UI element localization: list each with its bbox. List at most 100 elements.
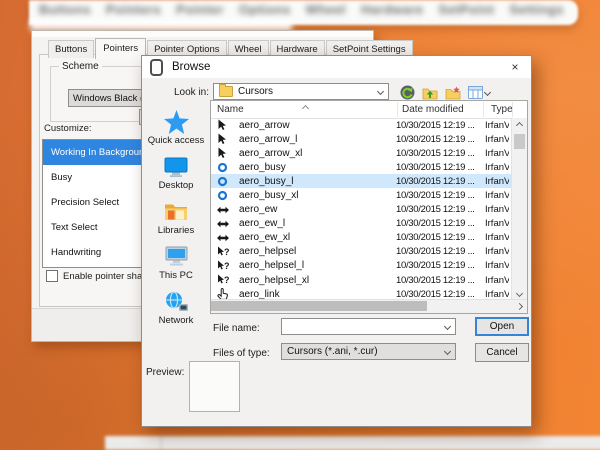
sidebar-item-desktop[interactable]: Desktop <box>144 153 208 198</box>
libraries-icon <box>164 198 188 225</box>
chevron-down-icon <box>444 323 451 330</box>
column-header-name[interactable]: Name <box>217 104 244 115</box>
file-row-aero-ew-xl[interactable]: aero_ew_xl10/30/2015 12:19 ...IrfanVi <box>211 231 512 245</box>
look-in-label: Look in: <box>174 87 209 98</box>
file-row-aero-busy-l[interactable]: aero_busy_l10/30/2015 12:19 ...IrfanVi <box>211 174 512 188</box>
file-name-cell: aero_busy_l <box>239 176 396 187</box>
tab-pointers[interactable]: Pointers <box>95 38 146 59</box>
help-select-icon: ? <box>217 274 230 286</box>
file-name-cell: aero_helpsel_xl <box>239 275 396 286</box>
vertical-scrollbar[interactable] <box>511 118 527 300</box>
pointer-shadow-checkbox[interactable] <box>46 270 58 282</box>
column-header-type[interactable]: Type <box>491 104 513 115</box>
last-folder-visited-icon[interactable] <box>400 85 415 100</box>
scroll-up-icon[interactable] <box>512 118 527 132</box>
file-type-cell: IrfanVi <box>485 120 509 131</box>
file-row-aero-ew[interactable]: aero_ew10/30/2015 12:19 ...IrfanVi <box>211 203 512 217</box>
browse-titlebar[interactable]: Browse × <box>142 56 531 78</box>
cursor-arrow-icon <box>217 119 230 131</box>
file-date-cell: 10/30/2015 12:19 ... <box>396 176 483 187</box>
scroll-down-icon[interactable] <box>512 286 527 300</box>
column-divider[interactable] <box>483 102 484 117</box>
cursor-arrow-icon <box>217 147 230 159</box>
horizontal-scrollbar[interactable] <box>211 299 512 313</box>
folder-icon <box>219 86 233 97</box>
horizontal-scroll-thumb[interactable] <box>211 301 427 311</box>
file-name-cell: aero_helpsel <box>239 246 396 257</box>
file-row-aero-helpsel[interactable]: ?aero_helpsel10/30/2015 12:19 ...IrfanVi <box>211 245 512 259</box>
busy-ring-icon <box>217 176 230 187</box>
file-list-header: Name Date modified Type <box>211 101 527 119</box>
svg-text:?: ? <box>224 247 230 257</box>
file-date-cell: 10/30/2015 12:19 ... <box>396 232 483 243</box>
view-menu-icon[interactable] <box>468 86 490 99</box>
file-row-aero-helpsel-l[interactable]: ?aero_helpsel_l10/30/2015 12:19 ...Irfan… <box>211 259 512 273</box>
column-header-date-modified[interactable]: Date modified <box>402 104 464 115</box>
file-date-cell: 10/30/2015 12:19 ... <box>396 190 483 201</box>
file-row-aero-busy-xl[interactable]: aero_busy_xl10/30/2015 12:19 ...IrfanVi <box>211 188 512 202</box>
file-type-cell: IrfanVi <box>485 218 509 229</box>
app-icon <box>150 59 163 76</box>
file-name-cell: aero_ew_xl <box>239 232 396 243</box>
file-date-cell: 10/30/2015 12:19 ... <box>396 275 483 286</box>
browse-title: Browse <box>172 61 210 73</box>
sidebar-item-this-pc[interactable]: This PC <box>144 243 208 288</box>
file-type-cell: IrfanVi <box>485 190 509 201</box>
look-in-dropdown[interactable]: Cursors <box>213 83 389 100</box>
sort-ascending-icon <box>302 105 309 112</box>
sidebar-item-libraries[interactable]: Libraries <box>144 198 208 243</box>
file-date-cell: 10/30/2015 12:19 ... <box>396 218 483 229</box>
open-button[interactable]: Open <box>475 317 529 336</box>
create-new-folder-icon[interactable] <box>445 86 461 100</box>
sidebar-item-quick-access[interactable]: Quick access <box>144 108 208 153</box>
resize-ew-icon <box>217 233 230 243</box>
blurred-strip-divider <box>160 436 162 450</box>
blurred-tab-caption: Buttons Pointers Pointer Options Wheel H… <box>39 2 564 17</box>
column-divider[interactable] <box>512 102 513 117</box>
chevron-down-icon <box>484 89 491 96</box>
busy-ring-icon <box>217 190 230 201</box>
file-rows: aero_arrow10/30/2015 12:19 ...IrfanViaer… <box>211 118 512 300</box>
sidebar-item-network[interactable]: Network <box>144 288 208 333</box>
file-type-cell: IrfanVi <box>485 275 509 286</box>
svg-text:?: ? <box>224 275 230 285</box>
file-type-cell: IrfanVi <box>485 232 509 243</box>
busy-ring-icon <box>217 162 230 173</box>
file-name-cell: aero_busy_xl <box>239 190 396 201</box>
this-pc-icon <box>164 243 189 270</box>
files-of-type-label: Files of type: <box>213 348 270 359</box>
file-date-cell: 10/30/2015 12:19 ... <box>396 204 483 215</box>
file-name-cell: aero_ew <box>239 204 396 215</box>
up-one-level-icon[interactable] <box>422 86 438 100</box>
file-row-aero-helpsel-xl[interactable]: ? aero_helpsel_xl10/30/2015 12:19 ...Irfa… <box>211 273 512 287</box>
file-date-cell: 10/30/2015 12:19 ... <box>396 134 483 145</box>
scheme-group-label: Scheme <box>59 61 102 72</box>
file-row-aero-arrow[interactable]: aero_arrow10/30/2015 12:19 ...IrfanVi <box>211 118 512 132</box>
cancel-button[interactable]: Cancel <box>475 343 529 362</box>
close-button[interactable]: × <box>499 56 531 78</box>
file-row-aero-ew-l[interactable]: aero_ew_l10/30/2015 12:19 ...IrfanVi <box>211 217 512 231</box>
file-name-input[interactable] <box>281 318 456 335</box>
tab-buttons[interactable]: Buttons <box>48 40 94 58</box>
resize-ew-icon <box>217 205 230 215</box>
file-list-panel: Name Date modified Type aero_arrow10/30/… <box>210 100 528 314</box>
files-of-type-dropdown[interactable]: Cursors (*.ani, *.cur) <box>281 343 456 360</box>
places-sidebar: Quick accessDesktopLibrariesThis PCNetwo… <box>144 108 208 333</box>
file-type-cell: IrfanVi <box>485 204 509 215</box>
look-in-value: Cursors <box>238 86 273 97</box>
file-row-aero-busy[interactable]: aero_busy10/30/2015 12:19 ...IrfanVi <box>211 160 512 174</box>
file-row-aero-arrow-l[interactable]: aero_arrow_l10/30/2015 12:19 ...IrfanVi <box>211 132 512 146</box>
cursor-arrow-icon <box>217 133 230 145</box>
file-date-cell: 10/30/2015 12:19 ... <box>396 148 483 159</box>
vertical-scroll-thumb[interactable] <box>514 134 525 149</box>
file-name-cell: aero_arrow <box>239 120 396 131</box>
column-divider[interactable] <box>397 102 398 117</box>
blurred-background-bottom-strip <box>105 436 600 450</box>
browse-toolbar <box>400 85 490 100</box>
svg-text:?: ? <box>224 261 230 271</box>
quick-access-star-icon <box>164 108 189 135</box>
file-row-aero-arrow-xl[interactable]: aero_arrow_xl10/30/2015 12:19 ...IrfanVi <box>211 146 512 160</box>
network-icon <box>164 288 189 315</box>
scroll-right-icon[interactable] <box>512 299 527 313</box>
chevron-down-icon <box>377 88 384 95</box>
